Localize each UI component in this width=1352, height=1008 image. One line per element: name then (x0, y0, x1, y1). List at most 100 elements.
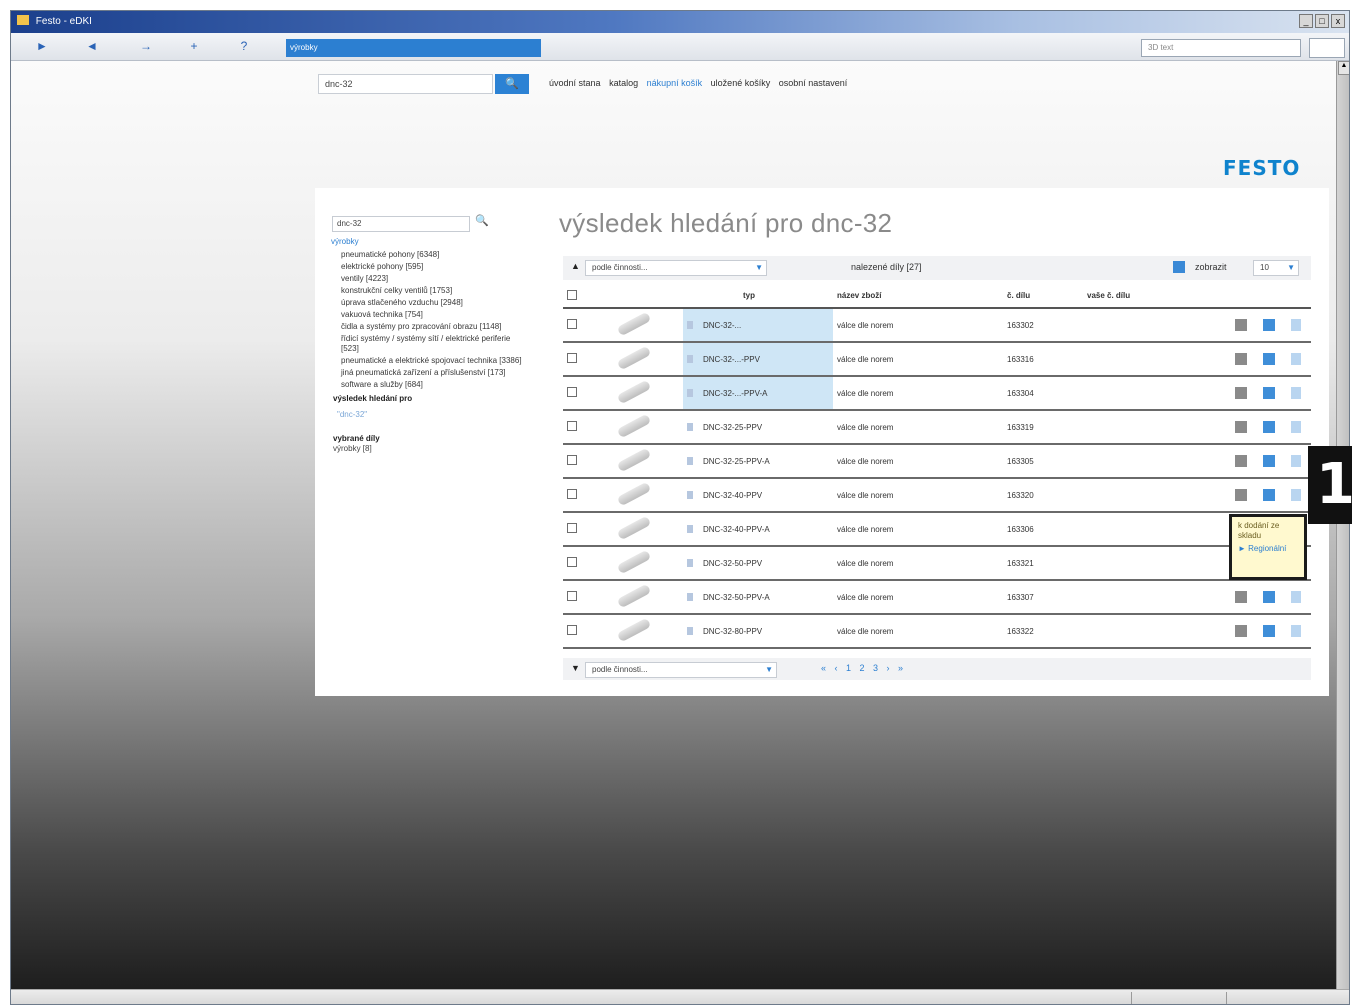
category-item[interactable]: pneumatické pohony [6348] (331, 250, 526, 260)
stock-info-icon[interactable] (1291, 387, 1301, 399)
pagination[interactable]: « ‹ 1 2 3 › » (821, 663, 906, 673)
help-icon[interactable]: ? (235, 39, 253, 53)
scroll-up-arrow[interactable]: ▲ (1338, 61, 1349, 75)
add-icon[interactable]: + (185, 39, 203, 53)
stock-info-icon[interactable] (1291, 455, 1301, 467)
category-item[interactable]: pneumatické a elektrické spojovací techn… (331, 356, 526, 366)
stock-info-icon[interactable] (1291, 421, 1301, 433)
select-all-checkbox[interactable] (567, 289, 577, 300)
datasheet-icon[interactable] (1235, 489, 1247, 501)
type-link[interactable]: DNC-32-...-PPV-A (703, 389, 767, 398)
text-field-right[interactable]: 3D text (1141, 39, 1301, 57)
product-image-icon[interactable] (616, 549, 652, 575)
stock-info-icon[interactable] (1291, 489, 1301, 501)
datasheet-icon[interactable] (1235, 421, 1247, 433)
type-link[interactable]: DNC-32-...-PPV (703, 355, 760, 364)
stock-info-icon[interactable] (1291, 591, 1301, 603)
category-item[interactable]: jiná pneumatická zařízení a příslušenstv… (331, 368, 526, 378)
type-link[interactable]: DNC-32-50-PPV (703, 559, 762, 568)
table-row[interactable]: DNC-32-... válce dle norem 163302 (563, 308, 1311, 343)
datasheet-icon[interactable] (1235, 319, 1247, 331)
cart-add-icon[interactable] (1263, 421, 1275, 433)
sort-select[interactable]: podle činnosti... ▼ (585, 260, 767, 276)
type-link[interactable]: DNC-32-40-PPV-A (703, 525, 770, 534)
tab-products[interactable]: výrobky (286, 39, 541, 57)
close-button[interactable]: x (1331, 14, 1345, 28)
table-row[interactable]: DNC-32-25-PPV-A válce dle norem 163305 (563, 444, 1311, 479)
cart-add-icon[interactable] (1263, 489, 1275, 501)
sidebar-heading[interactable]: výrobky (331, 237, 526, 247)
minimize-button[interactable]: _ (1299, 14, 1313, 28)
product-image-icon[interactable] (616, 617, 652, 643)
datasheet-icon[interactable] (1235, 387, 1247, 399)
play-icon[interactable]: ► (33, 39, 51, 53)
part-number-column-header[interactable]: č. dílu (1003, 284, 1083, 309)
type-link[interactable]: DNC-32-25-PPV (703, 423, 762, 432)
name-column-header[interactable]: název zboží (833, 284, 1003, 309)
table-row[interactable]: DNC-32-50-PPV válce dle norem 163321 (563, 546, 1311, 581)
link-saved-carts[interactable]: uložené košíky (711, 78, 771, 88)
row-checkbox[interactable] (567, 353, 577, 363)
product-image-icon[interactable] (616, 515, 652, 541)
stock-info-icon[interactable] (1291, 625, 1301, 637)
category-item[interactable]: konstrukční celky ventilů [1753] (331, 286, 526, 296)
table-row[interactable]: DNC-32-40-PPV válce dle norem 163320 (563, 478, 1311, 513)
table-row[interactable]: DNC-32-...-PPV válce dle norem 163316 (563, 342, 1311, 377)
table-row[interactable]: DNC-32-80-PPV válce dle norem 163322 (563, 614, 1311, 649)
sidebar-search-input[interactable]: dnc-32 (332, 216, 470, 232)
category-item[interactable]: software a služby [684] (331, 380, 526, 390)
type-link[interactable]: DNC-32-80-PPV (703, 627, 762, 636)
bottom-sort-select[interactable]: podle činnosti... ▼ (585, 662, 777, 678)
your-part-number-column-header[interactable]: vaše č. dílu (1083, 284, 1203, 309)
vertical-scrollbar[interactable]: ▲ (1336, 61, 1349, 989)
datasheet-icon[interactable] (1235, 455, 1247, 467)
stock-info-icon[interactable] (1291, 353, 1301, 365)
table-row[interactable]: DNC-32-40-PPV-A válce dle norem 163306 (563, 512, 1311, 547)
festo-logo[interactable]: FESTO (1223, 156, 1300, 180)
sort-down-icon[interactable]: ▼ (571, 663, 580, 673)
category-item[interactable]: elektrické pohony [595] (331, 262, 526, 272)
product-image-icon[interactable] (616, 481, 652, 507)
type-column-header[interactable]: typ (683, 284, 833, 309)
row-checkbox[interactable] (567, 387, 577, 397)
product-image-icon[interactable] (616, 311, 652, 337)
category-item[interactable]: úprava stlačeného vzduchu [2948] (331, 298, 526, 308)
datasheet-icon[interactable] (1235, 591, 1247, 603)
cart-add-icon[interactable] (1263, 387, 1275, 399)
row-checkbox[interactable] (567, 557, 577, 567)
type-link[interactable]: DNC-32-25-PPV-A (703, 457, 770, 466)
category-item[interactable]: řídicí systémy / systémy sítí / elektric… (331, 334, 526, 354)
table-row[interactable]: DNC-32-...-PPV-A válce dle norem 163304 (563, 376, 1311, 411)
stock-info-icon[interactable] (1291, 319, 1301, 331)
row-checkbox[interactable] (567, 523, 577, 533)
cart-add-icon[interactable] (1263, 353, 1275, 365)
row-checkbox[interactable] (567, 319, 577, 329)
product-image-icon[interactable] (616, 583, 652, 609)
cart-add-icon[interactable] (1263, 455, 1275, 467)
row-checkbox[interactable] (567, 421, 577, 431)
print-icon[interactable] (1173, 261, 1185, 273)
selected-parts-item[interactable]: výrobky [8] (331, 444, 526, 454)
link-cart[interactable]: nákupní košík (647, 78, 703, 88)
cart-add-icon[interactable] (1263, 591, 1275, 603)
search-input[interactable]: dnc-32 (318, 74, 493, 94)
type-link[interactable]: DNC-32-40-PPV (703, 491, 762, 500)
datasheet-icon[interactable] (1235, 625, 1247, 637)
table-row[interactable]: DNC-32-25-PPV válce dle norem 163319 (563, 410, 1311, 445)
toolbar-box[interactable] (1309, 38, 1345, 58)
category-item[interactable]: ventily [4223] (331, 274, 526, 284)
table-row[interactable]: DNC-32-50-PPV-A válce dle norem 163307 (563, 580, 1311, 615)
category-item[interactable]: čidla a systémy pro zpracování obrazu [1… (331, 322, 526, 332)
type-link[interactable]: DNC-32-50-PPV-A (703, 593, 770, 602)
cart-add-icon[interactable] (1263, 625, 1275, 637)
row-checkbox[interactable] (567, 455, 577, 465)
cart-add-icon[interactable] (1263, 319, 1275, 331)
forward-icon[interactable]: → (137, 39, 155, 53)
link-home[interactable]: úvodní stana (549, 78, 601, 88)
maximize-button[interactable]: □ (1315, 14, 1329, 28)
link-catalog[interactable]: katalog (609, 78, 638, 88)
category-item[interactable]: vakuová technika [754] (331, 310, 526, 320)
product-image-icon[interactable] (616, 447, 652, 473)
search-icon[interactable]: 🔍 (475, 214, 489, 227)
product-image-icon[interactable] (616, 345, 652, 371)
